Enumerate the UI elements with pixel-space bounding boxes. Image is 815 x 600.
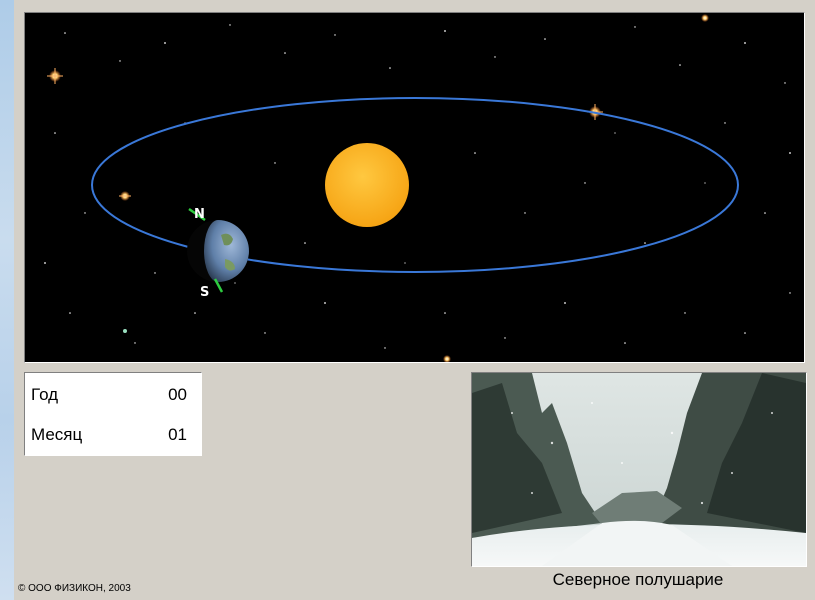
south-pole-label: S [200, 285, 209, 300]
month-label: Месяц [31, 425, 83, 444]
sun-icon [325, 143, 409, 227]
orbit-view: N S [24, 12, 805, 363]
copyright-text: © ООО ФИЗИКОН, 2003 [18, 583, 131, 594]
year-label: Год [31, 385, 59, 404]
north-pole-label: N [194, 207, 205, 222]
year-row: Год 00 [31, 385, 187, 409]
time-counters-panel: Год 00 Месяц 01 [24, 372, 202, 456]
star-field [44, 24, 791, 349]
month-value: 01 [168, 425, 187, 444]
background-strip [0, 0, 14, 600]
winter-forest-image [472, 373, 806, 566]
hemisphere-caption: Северное полушарие [552, 570, 724, 589]
season-photo [471, 372, 807, 567]
year-value: 00 [168, 385, 187, 404]
month-row: Месяц 01 [31, 425, 187, 449]
orbit-scene: N S [44, 14, 791, 362]
